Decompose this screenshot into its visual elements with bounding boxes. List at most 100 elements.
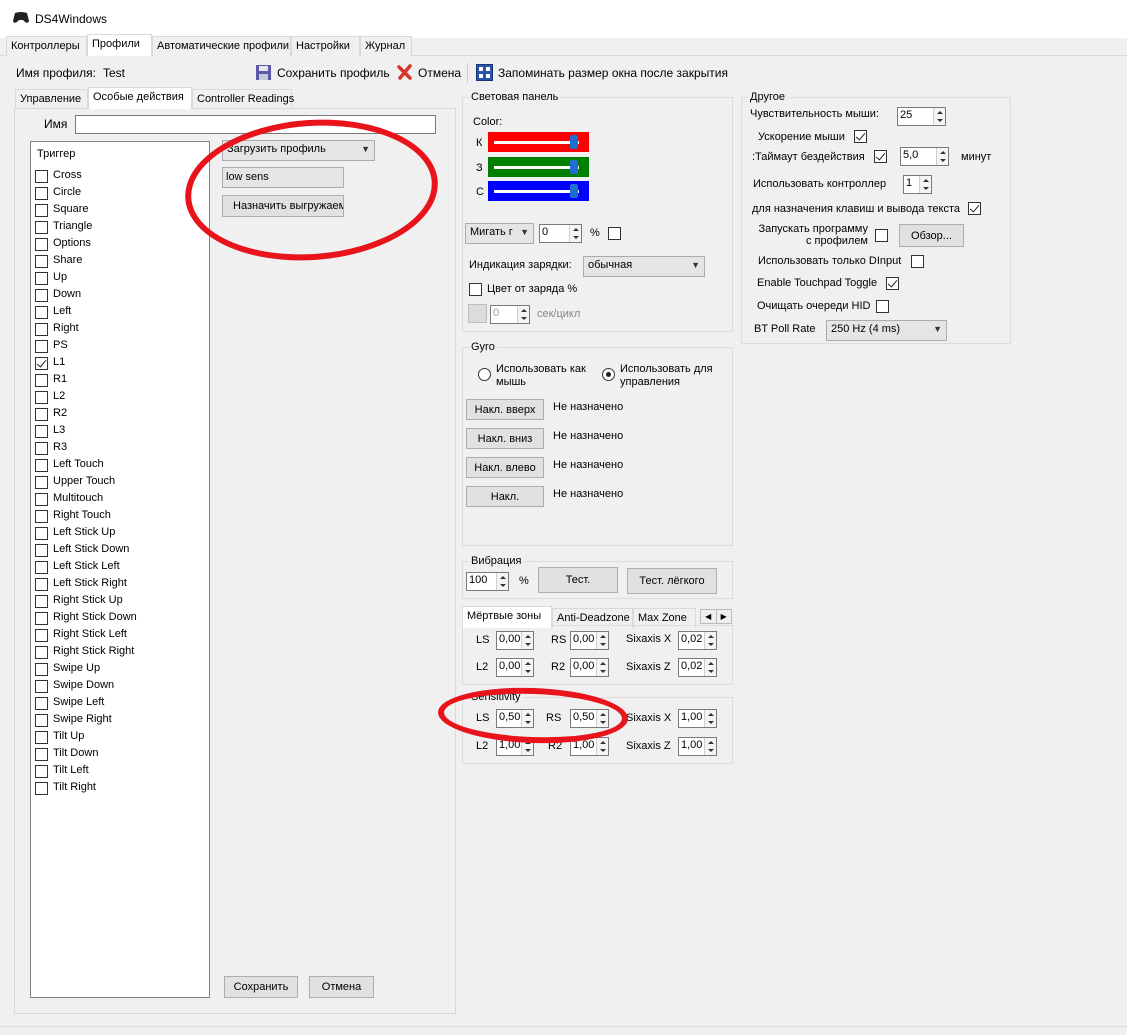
spin-arrows-icon[interactable]	[496, 573, 508, 590]
trigger-checkbox[interactable]	[35, 255, 48, 268]
trigger-checkbox[interactable]	[35, 357, 48, 370]
bt-poll-combo[interactable]: 250 Hz (4 ms) ▼	[826, 320, 947, 341]
trigger-checkbox[interactable]	[35, 476, 48, 489]
sens-sx-spinner[interactable]: 1,00	[678, 709, 717, 728]
sens-sz-spinner[interactable]: 1,00	[678, 737, 717, 756]
green-slider[interactable]	[488, 157, 589, 177]
dz-sx-spinner[interactable]: 0,02	[678, 631, 717, 650]
dinput-checkbox[interactable]	[911, 255, 924, 268]
tilt-up-button[interactable]: Накл. вверх	[466, 399, 544, 420]
vibration-test-light-button[interactable]: Тест. лёгкого	[627, 568, 717, 594]
flash-spinner[interactable]: 0	[539, 224, 582, 243]
browse-button[interactable]: Обзор...	[899, 224, 964, 247]
blue-slider[interactable]	[488, 181, 589, 201]
spin-arrows-icon[interactable]	[704, 632, 716, 649]
dz-rs-spinner[interactable]: 0,00	[570, 631, 609, 650]
use-controller-spinner[interactable]: 1	[903, 175, 932, 194]
trigger-checkbox[interactable]	[35, 765, 48, 778]
cancel-action-button[interactable]: Отмена	[309, 976, 374, 998]
mouse-accel-checkbox[interactable]	[854, 130, 867, 143]
spin-arrows-icon[interactable]	[517, 306, 529, 323]
tab-scroll[interactable]: ◀ ▶	[700, 609, 732, 624]
trigger-checkbox[interactable]	[35, 493, 48, 506]
trigger-checkbox[interactable]	[35, 510, 48, 523]
trigger-checkbox[interactable]	[35, 289, 48, 302]
trigger-checkbox[interactable]	[35, 204, 48, 217]
window-controls[interactable]	[1098, 8, 1114, 26]
spin-arrows-icon[interactable]	[936, 148, 948, 165]
trigger-checkbox[interactable]	[35, 697, 48, 710]
save-action-button[interactable]: Сохранить	[224, 976, 298, 998]
window-size-icon[interactable]	[476, 64, 493, 81]
tilt-left-button[interactable]: Накл. влево	[466, 457, 544, 478]
trigger-checkbox[interactable]	[35, 748, 48, 761]
gyro-controls-radio[interactable]	[602, 368, 615, 381]
idle-timeout-checkbox[interactable]	[874, 150, 887, 163]
trigger-checkbox[interactable]	[35, 187, 48, 200]
slider-thumb[interactable]	[570, 160, 578, 174]
trigger-checkbox[interactable]	[35, 391, 48, 404]
trigger-checkbox[interactable]	[35, 408, 48, 421]
spin-arrows-icon[interactable]	[521, 632, 533, 649]
trigger-checkbox[interactable]	[35, 561, 48, 574]
trigger-checkbox[interactable]	[35, 680, 48, 693]
tilt-down-button[interactable]: Накл. вниз	[466, 428, 544, 449]
subtab-special-actions[interactable]: Особые действия	[88, 87, 192, 109]
dz-ls-spinner[interactable]: 0,00	[496, 631, 534, 650]
mouse-sens-spinner[interactable]: 25	[897, 107, 946, 126]
tilt-right-button[interactable]: Накл.	[466, 486, 544, 507]
gyro-mouse-radio[interactable]	[478, 368, 491, 381]
trigger-checkbox[interactable]	[35, 595, 48, 608]
trigger-checkbox[interactable]	[35, 340, 48, 353]
tab-log[interactable]: Журнал	[360, 36, 412, 56]
launch-program-checkbox[interactable]	[875, 229, 888, 242]
spin-arrows-icon[interactable]	[596, 632, 608, 649]
tab-profiles[interactable]: Профили	[87, 34, 152, 56]
tab-auto-profiles[interactable]: Автоматические профили	[152, 36, 291, 56]
trigger-checkbox[interactable]	[35, 442, 48, 455]
flash-combo[interactable]: Мигать г ▼	[465, 223, 534, 244]
vibration-test-button[interactable]: Тест.	[538, 567, 618, 593]
charge-color-checkbox[interactable]	[469, 283, 482, 296]
chevron-right-icon[interactable]: ▶	[717, 610, 732, 623]
save-icon[interactable]	[255, 64, 272, 81]
trigger-checkbox[interactable]	[35, 425, 48, 438]
trigger-checkbox[interactable]	[35, 612, 48, 625]
dz-l2-spinner[interactable]: 0,00	[496, 658, 534, 677]
chevron-left-icon[interactable]: ◀	[701, 610, 717, 623]
close-icon[interactable]	[397, 64, 413, 80]
trigger-checkbox[interactable]	[35, 374, 48, 387]
slider-thumb[interactable]	[570, 135, 578, 149]
save-profile-button[interactable]: Сохранить профиль	[277, 66, 390, 80]
tab-deadzones[interactable]: Мёртвые зоны	[462, 606, 552, 628]
spin-arrows-icon[interactable]	[704, 710, 716, 727]
dz-sz-spinner[interactable]: 0,02	[678, 658, 717, 677]
trigger-checkbox[interactable]	[35, 238, 48, 251]
cycle-spinner[interactable]: 0	[490, 305, 530, 324]
profile-name-value[interactable]: Test	[103, 66, 125, 80]
red-slider[interactable]	[488, 132, 589, 152]
remember-window-size[interactable]: Запоминать размер окна после закрытия	[498, 66, 728, 80]
trigger-checkbox[interactable]	[35, 170, 48, 183]
cycle-color-icon[interactable]	[468, 304, 487, 323]
flash-checkbox[interactable]	[608, 227, 621, 240]
trigger-checkbox[interactable]	[35, 459, 48, 472]
tab-controllers[interactable]: Контроллеры	[6, 36, 87, 56]
slider-thumb[interactable]	[570, 184, 578, 198]
trigger-checkbox[interactable]	[35, 221, 48, 234]
spin-arrows-icon[interactable]	[569, 225, 581, 242]
trigger-checkbox[interactable]	[35, 731, 48, 744]
spin-arrows-icon[interactable]	[704, 738, 716, 755]
trigger-checkbox[interactable]	[35, 527, 48, 540]
idle-timeout-spinner[interactable]: 5,0	[900, 147, 949, 166]
tab-settings[interactable]: Настройки	[291, 36, 360, 56]
trigger-checkbox[interactable]	[35, 646, 48, 659]
spin-arrows-icon[interactable]	[596, 659, 608, 676]
trigger-checkbox[interactable]	[35, 306, 48, 319]
touchpad-toggle-checkbox[interactable]	[886, 277, 899, 290]
spin-arrows-icon[interactable]	[919, 176, 931, 193]
charge-combo[interactable]: обычная ▼	[583, 256, 705, 277]
trigger-checkbox[interactable]	[35, 629, 48, 642]
spin-arrows-icon[interactable]	[596, 738, 608, 755]
hid-checkbox[interactable]	[876, 300, 889, 313]
